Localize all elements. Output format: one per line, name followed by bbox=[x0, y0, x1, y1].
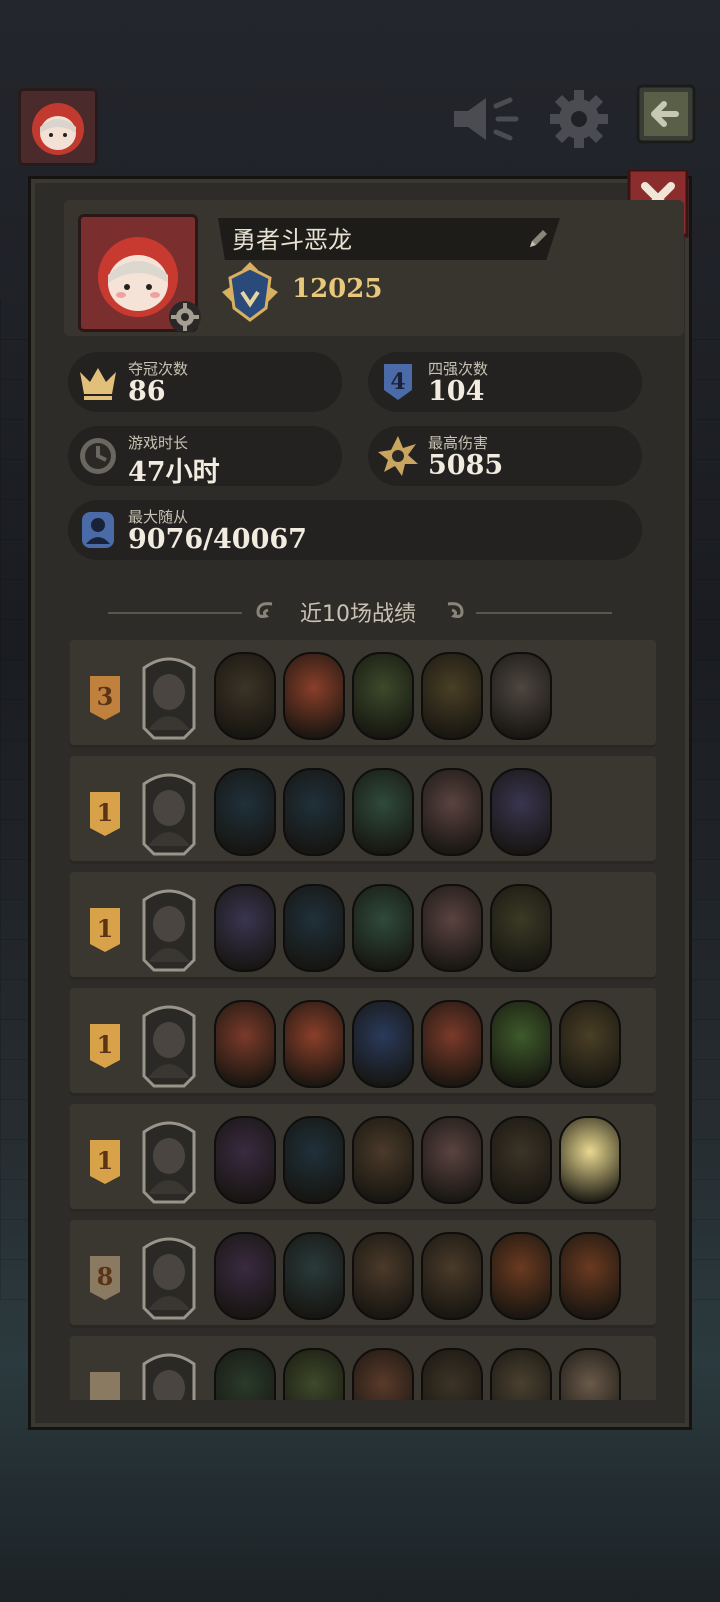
placement-rank: 3 bbox=[97, 682, 114, 711]
match-row[interactable]: 1 bbox=[70, 756, 656, 864]
unit-portrait[interactable] bbox=[490, 768, 552, 856]
unit-portrait[interactable] bbox=[214, 1232, 276, 1320]
avatar-portrait-icon bbox=[21, 91, 95, 163]
unit-portrait[interactable] bbox=[490, 1000, 552, 1088]
placement-badge-icon: 8 bbox=[90, 1256, 120, 1300]
hero-portrait-icon bbox=[142, 773, 196, 856]
unit-portrait[interactable] bbox=[214, 652, 276, 740]
placement-badge-icon: 1 bbox=[90, 792, 120, 836]
unit-portrait[interactable] bbox=[490, 652, 552, 740]
stat-value: 86 bbox=[128, 376, 166, 407]
svg-text:4: 4 bbox=[390, 369, 405, 395]
unit-portrait[interactable] bbox=[421, 1348, 483, 1400]
unit-portrait[interactable] bbox=[421, 884, 483, 972]
section-divider-right bbox=[476, 612, 612, 614]
unit-portrait[interactable] bbox=[559, 1232, 621, 1320]
placement-rank: 1 bbox=[97, 1030, 114, 1059]
stat-value: 47小时 bbox=[128, 457, 220, 488]
ornament-icon bbox=[447, 602, 464, 618]
placement-badge-icon: 3 bbox=[90, 676, 120, 720]
unit-portrait[interactable] bbox=[421, 652, 483, 740]
placement-rank: 1 bbox=[97, 798, 114, 827]
unit-portrait[interactable] bbox=[490, 884, 552, 972]
unit-portrait[interactable] bbox=[214, 884, 276, 972]
unit-portrait[interactable] bbox=[352, 1348, 414, 1400]
hero-portrait-icon bbox=[142, 1353, 196, 1400]
unit-portrait[interactable] bbox=[214, 768, 276, 856]
match-row[interactable]: 1 bbox=[70, 872, 656, 980]
unit-portrait[interactable] bbox=[283, 768, 345, 856]
unit-portrait[interactable] bbox=[352, 768, 414, 856]
unit-portrait[interactable] bbox=[490, 1232, 552, 1320]
unit-portrait[interactable] bbox=[352, 1116, 414, 1204]
stat-top4: 4 四强次数 104 bbox=[368, 352, 642, 412]
unit-portrait[interactable] bbox=[283, 884, 345, 972]
rank-crest-icon bbox=[222, 262, 278, 322]
hero-portrait-icon bbox=[142, 1005, 196, 1088]
player-name: 勇者斗恶龙 bbox=[232, 226, 352, 254]
match-row[interactable]: 3 bbox=[70, 640, 656, 748]
unit-portrait[interactable] bbox=[421, 1116, 483, 1204]
recent-matches-title: 近10场战绩 bbox=[300, 602, 416, 627]
section-divider-left bbox=[108, 612, 242, 614]
hero-portrait-icon bbox=[142, 657, 196, 740]
unit-portrait[interactable] bbox=[421, 1000, 483, 1088]
unit-portrait[interactable] bbox=[283, 1116, 345, 1204]
clock-icon bbox=[80, 438, 116, 474]
stat-value: 9076/40067 bbox=[128, 524, 307, 555]
unit-portrait[interactable] bbox=[352, 1000, 414, 1088]
placement-rank: 1 bbox=[97, 914, 114, 943]
stat-value: 104 bbox=[428, 376, 485, 407]
unit-portrait[interactable] bbox=[214, 1116, 276, 1204]
gear-icon[interactable] bbox=[548, 88, 610, 150]
top-avatar-button[interactable] bbox=[18, 88, 98, 166]
hero-portrait-icon bbox=[142, 1121, 196, 1204]
match-row[interactable]: 1 bbox=[70, 1104, 656, 1212]
placement-badge-icon: 1 bbox=[90, 908, 120, 952]
match-row[interactable]: 8 bbox=[70, 1220, 656, 1328]
unit-portrait[interactable] bbox=[421, 1232, 483, 1320]
unit-portrait[interactable] bbox=[283, 1348, 345, 1400]
shield-4-icon: 4 bbox=[384, 364, 412, 400]
unit-portrait[interactable] bbox=[352, 884, 414, 972]
unit-portrait[interactable] bbox=[490, 1116, 552, 1204]
unit-portrait[interactable] bbox=[559, 1116, 621, 1204]
placement-rank: 1 bbox=[97, 1146, 114, 1175]
stat-value: 5085 bbox=[428, 450, 504, 481]
placement-badge-icon: 1 bbox=[90, 1024, 120, 1068]
unit-portrait[interactable] bbox=[283, 652, 345, 740]
pencil-icon[interactable] bbox=[526, 227, 550, 251]
burst-icon bbox=[378, 436, 418, 476]
unit-portrait[interactable] bbox=[421, 768, 483, 856]
stat-championships: 夺冠次数 86 bbox=[68, 352, 342, 412]
unit-portrait[interactable] bbox=[214, 1000, 276, 1088]
unit-portrait[interactable] bbox=[352, 1232, 414, 1320]
avatar-settings-icon[interactable] bbox=[168, 300, 202, 334]
ornament-icon bbox=[256, 602, 273, 618]
back-icon[interactable] bbox=[636, 84, 696, 144]
placement-rank: 8 bbox=[97, 1262, 114, 1291]
unit-portrait[interactable] bbox=[559, 1348, 621, 1400]
unit-portrait[interactable] bbox=[352, 652, 414, 740]
stat-max-damage: 最高伤害 5085 bbox=[368, 426, 642, 486]
unit-portrait[interactable] bbox=[283, 1000, 345, 1088]
recent-matches-list[interactable]: 3 1 1 1 1 8 bbox=[64, 640, 664, 1400]
unit-portrait[interactable] bbox=[214, 1348, 276, 1400]
speaker-icon[interactable] bbox=[452, 94, 524, 144]
match-row[interactable] bbox=[70, 1336, 656, 1400]
hero-portrait-icon bbox=[142, 889, 196, 972]
hero-portrait-icon bbox=[142, 1237, 196, 1320]
follower-icon bbox=[82, 512, 114, 548]
unit-portrait[interactable] bbox=[283, 1232, 345, 1320]
unit-portrait[interactable] bbox=[490, 1348, 552, 1400]
stat-playtime: 游戏时长 47小时 bbox=[68, 426, 342, 488]
match-row[interactable]: 1 bbox=[70, 988, 656, 1096]
player-score: 12025 bbox=[292, 274, 383, 304]
stat-max-followers: 最大随从 9076/40067 bbox=[68, 500, 642, 560]
placement-badge-icon: 1 bbox=[90, 1140, 120, 1184]
placement-badge-icon bbox=[90, 1372, 120, 1400]
crown-icon bbox=[80, 368, 116, 400]
unit-portrait[interactable] bbox=[559, 1000, 621, 1088]
